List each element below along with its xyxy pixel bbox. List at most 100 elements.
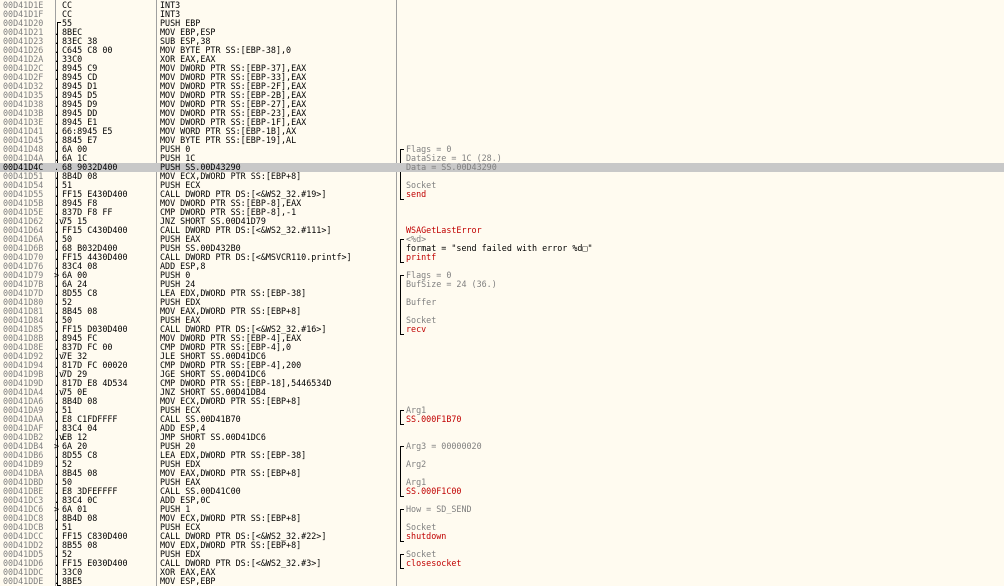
disasm-row[interactable]: 00D41DDE. 8BE5 MOV ESP,EBP [0,577,1004,586]
disasm-row[interactable]: 00D41D70. FF15 4430D400 CALL DWORD PTR DS:… [0,253,1004,262]
disasm-row[interactable]: 00D41D80. 52 PUSH EDX Buffer [0,298,1004,307]
hex-dump-cell: 8BEC [62,28,83,37]
disassembly-cell: MOV EAX,DWORD PTR SS:[EBP+8] [160,469,302,478]
disasm-row[interactable]: 00D41DB4 >6A 20 PUSH 20 Arg3 = 00000020 [0,442,1004,451]
disasm-row[interactable]: 00D41D8B. 8945 FC MOV DWORD PTR SS:[EBP-4]… [0,334,1004,343]
disassembly-cell: PUSH EDX [160,550,201,559]
disasm-row[interactable]: 00D41D92 .v 7E 32 JLE SHORT SS.00D41DC6 [0,352,1004,361]
disasm-row[interactable]: 00D41D85. FF15 D030D400 CALL DWORD PTR DS:… [0,325,1004,334]
disasm-row[interactable]: 00D41D7D. 8D55 C8 LEA EDX,DWORD PTR SS:[EB… [0,289,1004,298]
hex-dump-cell: 8945 D5 [62,91,98,100]
disasm-row[interactable]: 00D41DBA. 8B45 08 MOV EAX,DWORD PTR SS:[EB… [0,469,1004,478]
disasm-row[interactable]: 00D41D54. 51 PUSH ECX Socket [0,181,1004,190]
hex-dump-cell: 33C0 [62,568,83,577]
disasm-row[interactable]: 00D41DA4 .v 75 0E JNZ SHORT SS.00D41DB4 [0,388,1004,397]
disasm-row[interactable]: 00D41DD2. 8B55 08 MOV EDX,DWORD PTR SS:[EB… [0,541,1004,550]
disasm-row[interactable]: 00D41D20 55 PUSH EBP [0,19,1004,28]
comment-cell: shutdown [406,531,447,541]
disasm-row[interactable]: 00D41DA9. 51 PUSH ECX Arg1 [0,406,1004,415]
disasm-row[interactable]: 00D41D79 >6A 00 PUSH 0 Flags = 0 [0,271,1004,280]
disasm-row[interactable]: 00D41DD6. FF15 E030D400 CALL DWORD PTR DS:… [0,559,1004,568]
disasm-row[interactable]: 00D41D7B. 6A 24 PUSH 24 BufSize = 24 (36.) [0,280,1004,289]
jump-marker: . [54,576,60,586]
disasm-row[interactable]: 00D41DC6 >6A 01 PUSH 1 How = SD_SEND [0,505,1004,514]
disasm-row[interactable]: 00D41D5E. 837D F8 FF CMP DWORD PTR SS:[EBP… [0,208,1004,217]
disassembly-cell: LEA EDX,DWORD PTR SS:[EBP-38] [160,289,307,298]
disassembly-cell: PUSH EBP [160,19,201,28]
disassembly-cell: CALL SS.00D41B70 [160,415,241,424]
hex-dump-cell: 8B4D 08 [62,172,98,181]
disassembly-cell: ADD ESP,8 [160,262,206,271]
disasm-row[interactable]: 00D41D35. 8945 D5 MOV DWORD PTR SS:[EBP-2B… [0,91,1004,100]
disassembly-pane[interactable]: 00D41D1E CC INT3 00D41D1F CC INT3 00D41D20 55 PU… [0,0,1004,586]
disasm-row[interactable]: 00D41D76. 83C4 08 ADD ESP,8 [0,262,1004,271]
disassembly-cell: CMP DWORD PTR SS:[EBP-4],0 [160,343,292,352]
disasm-row[interactable]: 00D41D41. 66:8945 E5 MOV WORD PTR SS:[EBP-… [0,127,1004,136]
disasm-row[interactable]: 00D41D2A. 33C0 XOR EAX,EAX [0,55,1004,64]
disasm-row[interactable]: 00D41D64. FF15 C430D400 CALL DWORD PTR DS:… [0,226,1004,235]
comment-cell: send [406,189,427,199]
disasm-row[interactable]: 00D41D21. 8BEC MOV EBP,ESP [0,28,1004,37]
disassembly-cell: PUSH EDX [160,460,201,469]
disasm-row[interactable]: 00D41D9D. 817D E8 4D534 CMP DWORD PTR SS:[… [0,379,1004,388]
disasm-row[interactable]: 00D41D3B. 8945 DD MOV DWORD PTR SS:[EBP-23… [0,109,1004,118]
disassembly-cell: CALL DWORD PTR DS:[<&WS2_32.#19>] [160,190,327,199]
disasm-row[interactable]: 00D41DCB. 51 PUSH ECX Socket [0,523,1004,532]
disasm-row[interactable]: 00D41D38. 8945 D9 MOV DWORD PTR SS:[EBP-27… [0,100,1004,109]
disasm-row[interactable]: 00D41D45. 8845 E7 MOV BYTE PTR SS:[EBP-19]… [0,136,1004,145]
address-cell: 00D41DDE [3,576,44,586]
disasm-row[interactable]: 00D41DC8. 8B4D 08 MOV ECX,DWORD PTR SS:[EB… [0,514,1004,523]
disasm-row[interactable]: 00D41D51. 8B4D 08 MOV ECX,DWORD PTR SS:[EB… [0,172,1004,181]
disasm-row[interactable]: 00D41DAA. E8 C1FDFFFF CALL SS.00D41B70 SS.0… [0,415,1004,424]
disasm-row[interactable]: 00D41D84. 50 PUSH EAX Socket [0,316,1004,325]
disasm-row[interactable]: 00D41D23. 83EC 38 SUB ESP,38 [0,37,1004,46]
hex-dump-cell: 75 15 [62,217,88,226]
disassembly-cell: MOV ESP,EBP [160,577,216,586]
hex-dump-cell: 66:8945 E5 [62,127,113,136]
disasm-row[interactable]: 00D41DDC. 33C0 XOR EAX,EAX [0,568,1004,577]
disasm-row[interactable]: 00D41D81. 8B45 08 MOV EAX,DWORD PTR SS:[EB… [0,307,1004,316]
hex-dump-cell: E8 C1FDFFFF [62,415,118,424]
disasm-row[interactable]: 00D41D32. 8945 D1 MOV DWORD PTR SS:[EBP-2F… [0,82,1004,91]
disasm-row[interactable]: 00D41D4A. 6A 1C PUSH 1C DataSize = 1C (28.) [0,154,1004,163]
disasm-row[interactable]: 00D41D9B .v 7D 29 JGE SHORT SS.00D41DC6 [0,370,1004,379]
disasm-row[interactable]: 00D41DCC. FF15 C830D400 CALL DWORD PTR DS:… [0,532,1004,541]
disassembly-cell: ADD ESP,0C [160,496,211,505]
disasm-row[interactable]: 00D41DA6. 8B4D 08 MOV ECX,DWORD PTR SS:[EB… [0,397,1004,406]
disasm-row[interactable]: 00D41D48. 6A 00 PUSH 0 Flags = 0 [0,145,1004,154]
disasm-row[interactable]: 00D41DAF. 83C4 04 ADD ESP,4 [0,424,1004,433]
disasm-row[interactable]: 00D41DBE. E8 3DFEFFFF CALL SS.00D41C00 SS.0… [0,487,1004,496]
hex-dump-cell: 52 [62,550,73,559]
disassembly-cell: CMP DWORD PTR SS:[EBP-4],200 [160,361,302,370]
comment-cell: How = SD_SEND [406,504,472,514]
disasm-row[interactable]: 00D41D2C. 8945 C9 MOV DWORD PTR SS:[EBP-37… [0,64,1004,73]
disasm-row[interactable]: 00D41D1E CC INT3 [0,1,1004,10]
disasm-row[interactable]: 00D41D26. C645 C8 00 MOV BYTE PTR SS:[EBP-… [0,46,1004,55]
disasm-row[interactable]: 00D41D1F CC INT3 [0,10,1004,19]
disassembly-cell: PUSH EAX [160,316,201,325]
disasm-row[interactable]: 00D41DD5. 52 PUSH EDX Socket [0,550,1004,559]
hex-dump-cell: 33C0 [62,55,83,64]
disasm-row[interactable]: 00D41DB6. 8D55 C8 LEA EDX,DWORD PTR SS:[EB… [0,451,1004,460]
disasm-row[interactable]: 00D41DB9. 52 PUSH EDX Arg2 [0,460,1004,469]
disasm-row[interactable]: 00D41D3E. 8945 E1 MOV DWORD PTR SS:[EBP-1F… [0,118,1004,127]
disassembly-cell: CALL SS.00D41C00 [160,487,241,496]
disasm-row[interactable]: 00D41D94. 817D FC 00020 CMP DWORD PTR SS:[… [0,361,1004,370]
disassembly-cell: MOV EBP,ESP [160,28,216,37]
disasm-row[interactable]: 00D41D8E. 837D FC 00 CMP DWORD PTR SS:[EBP… [0,343,1004,352]
comment-cell: Arg1 [406,405,427,415]
comment-cell: printf [406,252,437,262]
disasm-row[interactable]: 00D41D4C. 68 9032D400 PUSH SS.00D43290 Data… [0,163,1004,172]
disasm-row[interactable]: 00D41D2F. 8945 CD MOV DWORD PTR SS:[EBP-33… [0,73,1004,82]
disasm-row[interactable]: 00D41D6B. 68 B032D400 PUSH SS.00D432B0 form… [0,244,1004,253]
disasm-row[interactable]: 00D41D62 .v 75 15 JNZ SHORT SS.00D41D79 [0,217,1004,226]
disasm-row[interactable]: 00D41D5B. 8945 F8 MOV DWORD PTR SS:[EBP-8]… [0,199,1004,208]
disassembly-cell: PUSH SS.00D432B0 [160,244,241,253]
disasm-row[interactable]: 00D41DB2 .v EB 12 JMP SHORT SS.00D41DC6 [0,433,1004,442]
comment-cell: format = "send failed with error %d□" [406,243,593,253]
hex-dump-cell: 8945 F8 [62,199,98,208]
disasm-row[interactable]: 00D41DC3. 83C4 0C ADD ESP,0C [0,496,1004,505]
disasm-row[interactable]: 00D41DBD. 50 PUSH EAX Arg1 [0,478,1004,487]
disasm-row[interactable]: 00D41D55. FF15 E430D400 CALL DWORD PTR DS:… [0,190,1004,199]
disassembly-cell: MOV DWORD PTR SS:[EBP-23],EAX [160,109,307,118]
